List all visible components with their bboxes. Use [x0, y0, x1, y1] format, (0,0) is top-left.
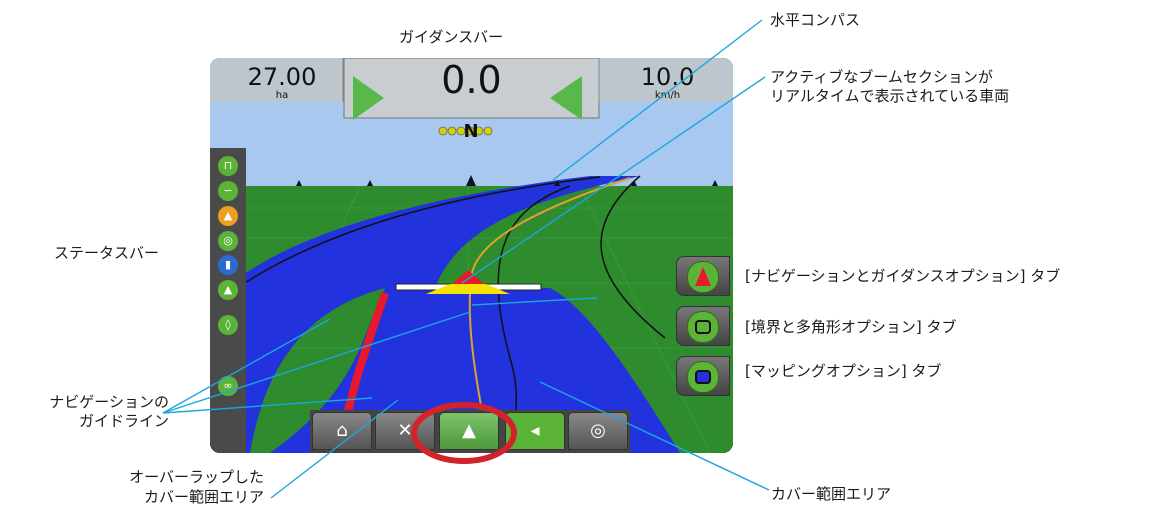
speed-display: 10.0 km/h: [605, 64, 730, 101]
label-nav-guidance-tab: [ナビゲーションとガイダンスオプション] タブ: [745, 267, 1061, 285]
label-overlap-line1: オーバーラップした: [129, 468, 264, 486]
label-nav-guideline-line1: ナビゲーションの: [49, 393, 169, 411]
flow-icon[interactable]: ◊: [218, 315, 238, 335]
compass-north: N: [463, 121, 479, 142]
label-vehicle-line1: アクティブなブームセクションが: [770, 68, 993, 86]
mapping-icon: [687, 361, 719, 393]
navigation-arrow-icon: [687, 261, 719, 293]
cross-track-display: 0.0: [410, 60, 533, 100]
label-nav-guideline-line2: ガイドライン: [78, 412, 169, 430]
guidance-icon[interactable]: ▲: [439, 412, 499, 450]
rtk-icon[interactable]: ◎: [568, 412, 628, 450]
field-view: [210, 58, 733, 453]
area-display: 27.00 ha: [222, 64, 342, 101]
vehicle-icon[interactable]: ▲: [218, 206, 238, 226]
label-status-bar: ステータスバー: [54, 244, 160, 262]
tools-icon[interactable]: ✕: [375, 412, 435, 450]
area-unit: ha: [275, 90, 289, 101]
tab-boundary-polygon[interactable]: [676, 306, 730, 346]
label-coverage-area: カバー範囲エリア: [771, 485, 892, 503]
speed-value: 10.0: [640, 63, 695, 91]
label-vehicle-line2: リアルタイムで表示されている車両: [770, 87, 1010, 105]
label-horizontal-compass: 水平コンパス: [770, 11, 861, 29]
tab-navigation-guidance[interactable]: [676, 256, 730, 296]
label-boundary-tab: [境界と多角形オプション] タブ: [745, 318, 957, 336]
steering-icon[interactable]: ⊓: [218, 156, 238, 176]
guidance-mode-icon[interactable]: ∽: [218, 181, 238, 201]
gnss-icon[interactable]: ◎: [218, 231, 238, 251]
home-icon[interactable]: ⌂: [312, 412, 372, 450]
boom-icon[interactable]: ▮: [218, 255, 238, 275]
label-guidance-bar: ガイダンスバー: [399, 28, 504, 46]
guidance-value: 0.0: [441, 58, 502, 102]
field-icon[interactable]: ▲: [218, 280, 238, 300]
area-value: 27.00: [247, 63, 317, 91]
boundary-icon: [687, 311, 719, 343]
section-icon[interactable]: ∞: [218, 376, 238, 396]
speed-unit: km/h: [654, 90, 681, 101]
guidance-screen: 27.00 ha 0.0 10.0 km/h N ⊓ ∽ ▲ ◎ ▮ ▲ ◊ ∞…: [210, 58, 733, 453]
field-view-icon[interactable]: ◂: [505, 412, 565, 450]
tab-mapping[interactable]: [676, 356, 730, 396]
label-mapping-tab: [マッピングオプション] タブ: [745, 362, 942, 380]
label-overlap-line2: カバー範囲エリア: [143, 488, 264, 506]
